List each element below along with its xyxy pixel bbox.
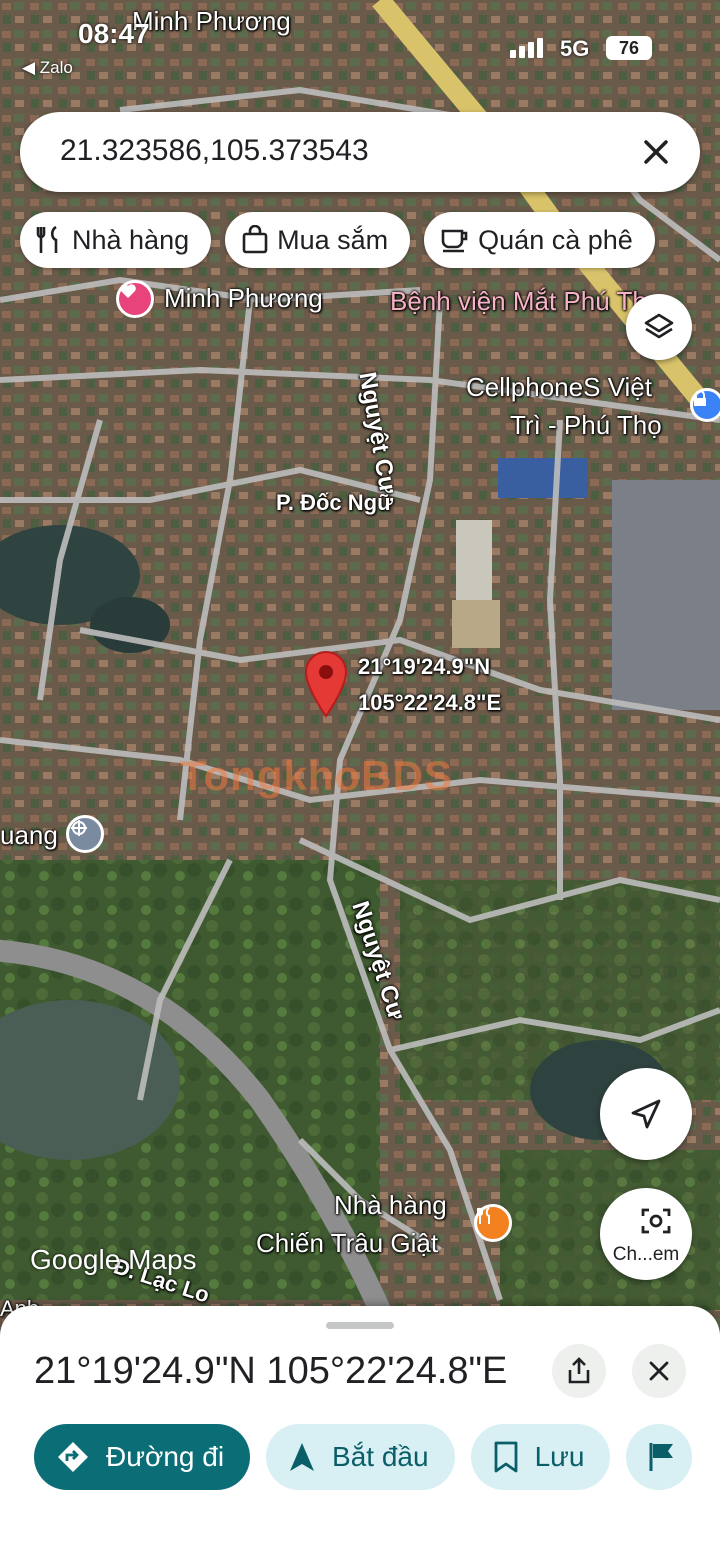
favorite-heart-icon[interactable] <box>116 280 154 318</box>
chip-label: Nhà hàng <box>72 224 190 255</box>
close-icon <box>649 1361 669 1381</box>
shopping-lock-icon[interactable] <box>690 388 720 422</box>
network-type: 5G <box>560 36 590 61</box>
shopping-bag-icon <box>242 225 268 254</box>
directions-icon <box>58 1442 88 1472</box>
share-icon <box>568 1357 590 1384</box>
bookmark-icon <box>494 1441 517 1473</box>
search-input[interactable]: 21.323586,105.373543 <box>60 134 369 168</box>
directions-button[interactable]: Đường đi <box>34 1424 251 1490</box>
lens-label: Ch...em <box>612 1244 680 1265</box>
pin-latitude: 21°19'24.9"N <box>358 654 491 679</box>
google-maps-attribution: Google Maps <box>30 1244 197 1275</box>
my-location-button[interactable] <box>600 1068 692 1160</box>
chip-coffee[interactable]: Quán cà phê <box>424 212 655 268</box>
close-sheet-button[interactable] <box>632 1344 686 1398</box>
layers-icon <box>644 313 674 339</box>
place-bottom-sheet[interactable]: 21°19'24.9"N 105°22'24.8"E Đường đi Bắt … <box>0 1306 720 1560</box>
back-to-app-link[interactable]: ◀ Zalo <box>22 58 73 78</box>
navigation-arrow-icon <box>631 1099 661 1129</box>
start-label: Bắt đầu <box>332 1441 429 1472</box>
category-chips: Nhà hàng Mua sắm Quán cà phê <box>20 212 655 268</box>
google-lens-button[interactable]: Ch...em <box>600 1188 692 1280</box>
flag-icon <box>649 1443 674 1471</box>
search-bar[interactable]: 21.323586,105.373543 <box>20 112 700 192</box>
start-button[interactable]: Bắt đầu <box>266 1424 455 1490</box>
layers-button[interactable] <box>626 294 692 360</box>
close-icon[interactable] <box>634 130 678 174</box>
save-label: Lưu <box>534 1441 585 1472</box>
navigation-arrow-icon <box>290 1443 315 1471</box>
place-label[interactable]: Bệnh viện Mắt Phú Thọ <box>390 286 661 317</box>
status-time: 08:47 <box>78 18 150 49</box>
share-button[interactable] <box>552 1344 606 1398</box>
chip-shopping[interactable]: Mua sắm <box>225 212 411 268</box>
place-label[interactable]: Trì - Phú Thọ <box>510 410 662 441</box>
save-button[interactable]: Lưu <box>470 1424 611 1490</box>
place-title: 21°19'24.9"N 105°22'24.8"E <box>34 1350 508 1392</box>
place-label[interactable]: Minh Phương <box>164 283 323 314</box>
chip-label: Quán cà phê <box>478 224 633 255</box>
temple-icon[interactable] <box>66 815 104 853</box>
action-buttons: Đường đi Bắt đầu Lưu <box>34 1424 693 1490</box>
restaurant-poi-icon[interactable] <box>474 1204 512 1242</box>
camera-lens-icon <box>641 1208 671 1234</box>
watermark-logo: TongkhoBDS <box>180 752 453 799</box>
status-bar: 08:47 ◀ Zalo 5G 76 <box>0 0 720 90</box>
place-label[interactable]: CellphoneS Việt <box>466 372 652 403</box>
place-label[interactable]: uang <box>0 820 58 851</box>
drag-handle[interactable] <box>326 1322 394 1329</box>
place-label[interactable]: Chiến Trâu Giật <box>256 1228 438 1259</box>
restaurant-icon <box>36 225 58 253</box>
signal-strength-icon <box>510 38 543 58</box>
place-label[interactable]: Nhà hàng <box>334 1190 447 1221</box>
directions-label: Đường đi <box>106 1441 225 1472</box>
coffee-icon <box>441 229 468 253</box>
pin-longitude: 105°22'24.8"E <box>358 690 502 715</box>
battery-level: 76 <box>606 36 652 60</box>
chip-restaurants[interactable]: Nhà hàng <box>20 212 212 268</box>
more-action-button[interactable] <box>626 1424 693 1490</box>
chip-label: Mua sắm <box>277 224 389 255</box>
